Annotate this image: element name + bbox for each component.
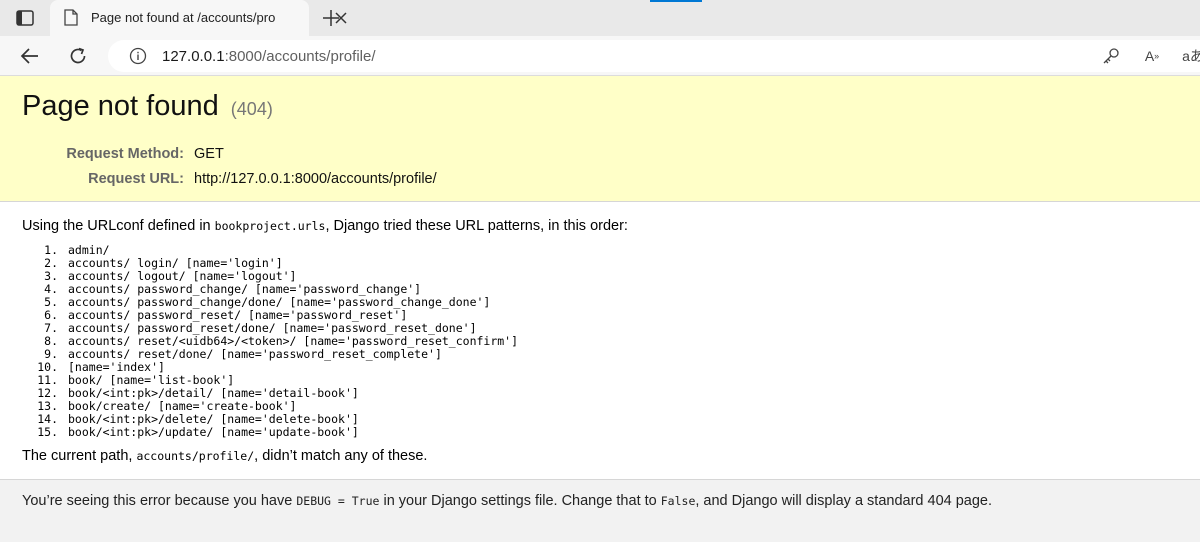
info-section: Using the URLconf defined in bookproject… <box>0 202 1200 480</box>
tab-actions-icon <box>16 10 34 26</box>
url-pattern-text: book/<int:pk>/update/ [name='update-book… <box>68 425 359 439</box>
address-bar[interactable]: 127.0.0.1:8000/accounts/profile/ A» aあ <box>108 40 1200 72</box>
new-tab-button[interactable] <box>319 6 343 30</box>
info-icon[interactable] <box>129 47 147 65</box>
active-tab[interactable]: Page not found at /accounts/pro <box>50 0 347 36</box>
false-code: False <box>660 494 696 508</box>
url-path: :8000/accounts/profile/ <box>224 48 376 65</box>
translate-button[interactable]: aあ <box>1178 45 1200 67</box>
summary-section: Page not found (404) Request Method: GET … <box>0 76 1200 202</box>
accent-bar <box>650 0 702 2</box>
explanation-section: You’re seeing this error because you hav… <box>0 480 1200 542</box>
title-text: Page not found <box>22 90 219 122</box>
back-arrow-icon <box>20 48 38 64</box>
current-path-message: The current path, accounts/profile/, did… <box>22 448 427 464</box>
request-url-value: http://127.0.0.1:8000/accounts/profile/ <box>194 171 437 187</box>
status-code: (404) <box>230 99 273 119</box>
explanation-text: You’re seeing this error because you hav… <box>22 493 992 509</box>
read-aloud-button[interactable]: A» <box>1140 45 1164 67</box>
read-aloud-icon: A <box>1144 48 1155 64</box>
password-key-button[interactable] <box>1100 45 1122 67</box>
back-button[interactable] <box>17 43 43 69</box>
key-icon <box>1103 48 1119 64</box>
current-suffix: , didn’t match any of these. <box>254 448 428 464</box>
page-icon <box>64 9 78 26</box>
request-url-row: Request URL: http://127.0.0.1:8000/accoun… <box>21 171 437 187</box>
page-title: Page not found (404) <box>22 90 273 123</box>
browser-toolbar: 127.0.0.1:8000/accounts/profile/ A» aあ <box>0 36 1200 76</box>
tab-title: Page not found at /accounts/pro <box>91 10 276 25</box>
explanation-part3: , and Django will display a standard 404… <box>695 493 993 509</box>
intro-prefix: Using the URLconf defined in <box>22 218 215 234</box>
request-url-label: Request URL: <box>88 171 184 187</box>
read-aloud-sup: » <box>1154 51 1160 61</box>
url-pattern-item: 15. book/<int:pk>/update/ [name='update-b… <box>36 426 518 439</box>
page-content: Page not found (404) Request Method: GET … <box>0 76 1200 542</box>
reload-button[interactable] <box>65 43 91 69</box>
current-path-code: accounts/profile/ <box>136 449 255 463</box>
url-host: 127.0.0.1 <box>162 48 225 65</box>
urlconf-name: bookproject.urls <box>214 219 326 233</box>
explanation-part2: in your Django settings file. Change tha… <box>379 493 661 509</box>
url-pattern-number: 15. <box>37 425 58 439</box>
reload-icon <box>70 47 86 64</box>
request-method-row: Request Method: GET <box>21 146 224 162</box>
plus-icon <box>323 10 339 26</box>
request-method-label: Request Method: <box>66 146 184 162</box>
url-pattern-list: 1. admin/2. accounts/ login/ [name='login'… <box>36 244 518 439</box>
urlconf-intro: Using the URLconf defined in bookproject… <box>22 218 628 234</box>
translate-icon: aあ <box>1182 48 1200 64</box>
debug-code: DEBUG = True <box>296 494 380 508</box>
intro-suffix: , Django tried these URL patterns, in th… <box>325 218 628 234</box>
explanation-part1: You’re seeing this error because you hav… <box>22 493 297 509</box>
tab-actions-button[interactable] <box>14 8 36 28</box>
tab-strip: Page not found at /accounts/pro <box>0 0 1200 36</box>
url-text[interactable]: 127.0.0.1:8000/accounts/profile/ <box>162 48 376 65</box>
request-method-value: GET <box>194 146 224 162</box>
current-prefix: The current path, <box>22 448 137 464</box>
